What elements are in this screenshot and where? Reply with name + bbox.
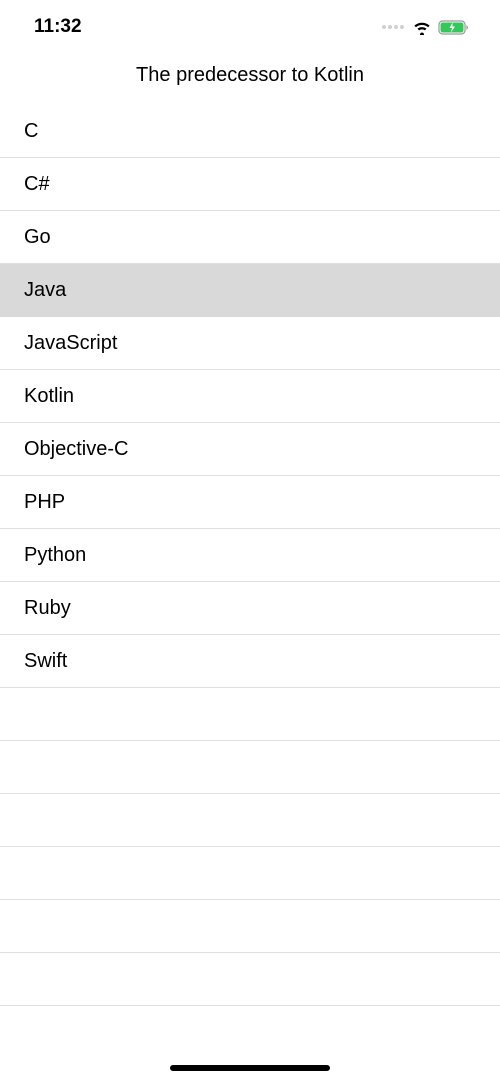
list-item-empty [0, 794, 500, 847]
list-item[interactable]: JavaScript [0, 317, 500, 370]
list-item-label: C [24, 120, 38, 143]
list-item-label: Swift [24, 650, 67, 673]
status-right [382, 20, 470, 35]
list-item[interactable]: C [0, 105, 500, 158]
list-item-label: PHP [24, 491, 65, 514]
page-header: The predecessor to Kotlin [0, 54, 500, 105]
list-item-label: Java [24, 279, 66, 302]
list-item[interactable]: Ruby [0, 582, 500, 635]
list-item[interactable]: Swift [0, 635, 500, 688]
list-item-empty [0, 688, 500, 741]
list-item[interactable]: Kotlin [0, 370, 500, 423]
list-item-label: Ruby [24, 597, 71, 620]
wifi-icon [412, 20, 432, 35]
list-item[interactable]: C# [0, 158, 500, 211]
status-bar: 11:32 [0, 0, 500, 54]
home-indicator[interactable] [170, 1065, 330, 1071]
list-item-empty [0, 847, 500, 900]
page-title: The predecessor to Kotlin [0, 64, 500, 87]
list-item-empty [0, 741, 500, 794]
list-item[interactable]: Go [0, 211, 500, 264]
list-item-empty [0, 953, 500, 1006]
list-item[interactable]: PHP [0, 476, 500, 529]
language-list: C C# Go Java JavaScript Kotlin Objective-C PHP P… [0, 105, 500, 1006]
cellular-dots-icon [382, 25, 404, 29]
status-time: 11:32 [34, 16, 82, 38]
list-item-label: C# [24, 173, 50, 196]
battery-charging-icon [438, 20, 470, 35]
list-item[interactable]: Java [0, 264, 500, 317]
list-item-label: Go [24, 226, 51, 249]
list-item[interactable]: Objective-C [0, 423, 500, 476]
list-item-empty [0, 900, 500, 953]
list-item-label: JavaScript [24, 332, 117, 355]
list-item-label: Python [24, 544, 86, 567]
list-item-label: Kotlin [24, 385, 74, 408]
list-item[interactable]: Python [0, 529, 500, 582]
list-item-label: Objective-C [24, 438, 128, 461]
